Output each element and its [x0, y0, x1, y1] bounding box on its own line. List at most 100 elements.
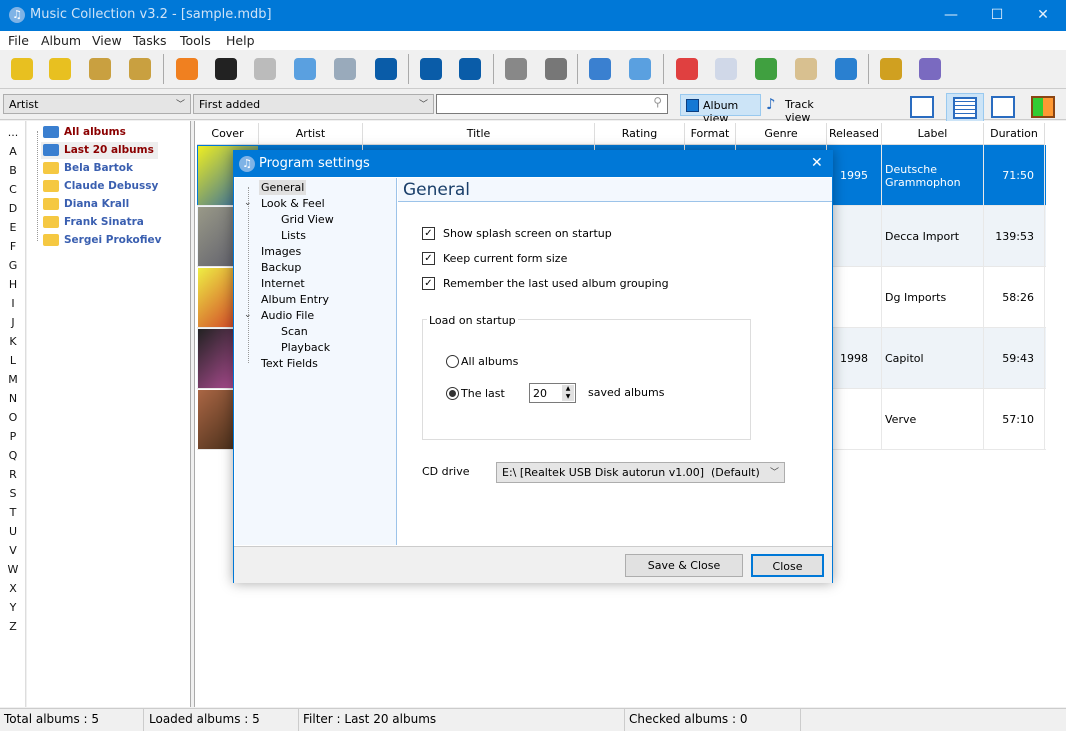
settings-icon[interactable] — [877, 55, 905, 83]
alphabet-letter[interactable]: ... — [0, 126, 26, 139]
alphabet-letter[interactable]: S — [0, 487, 26, 500]
checkbox[interactable]: ✓ — [422, 227, 435, 240]
settings-tree-item[interactable]: Grid View — [279, 212, 336, 227]
settings-tree-item[interactable]: Album Entry — [259, 292, 331, 307]
column-header-title[interactable]: Title — [363, 123, 595, 145]
calendar-checklist-icon[interactable] — [673, 55, 701, 83]
search-table-icon[interactable] — [586, 55, 614, 83]
settings-tree-item[interactable]: Backup — [259, 260, 303, 275]
cd-text-icon[interactable] — [212, 55, 240, 83]
add-search-icon[interactable] — [291, 55, 319, 83]
last-count-stepper[interactable]: 20 ▲ ▼ — [529, 383, 576, 403]
maximize-button[interactable]: ☐ — [974, 0, 1020, 31]
search-music-icon[interactable] — [626, 55, 654, 83]
dialog-close-button[interactable]: ✕ — [811, 155, 823, 171]
column-header-genre[interactable]: Genre — [736, 123, 827, 145]
tree-item[interactable]: Frank Sinatra — [41, 214, 148, 231]
checkbox[interactable]: ✓ — [422, 252, 435, 265]
column-header-cover[interactable]: Cover — [197, 123, 259, 145]
menu-file[interactable]: File — [8, 33, 29, 48]
column-header-format[interactable]: Format — [685, 123, 736, 145]
document-icon[interactable] — [712, 55, 740, 83]
settings-tree-item[interactable]: Internet — [259, 276, 307, 291]
chevron-down-icon[interactable]: ⌄ — [244, 310, 252, 320]
settings-tree-item[interactable]: Scan — [279, 324, 310, 339]
settings-tree-item[interactable]: Playback — [279, 340, 332, 355]
alphabet-letter[interactable]: C — [0, 183, 26, 196]
alphabet-letter[interactable]: W — [0, 563, 26, 576]
settings-tree-item[interactable]: Images — [259, 244, 303, 259]
find-duplicates-icon[interactable] — [331, 55, 359, 83]
album-view-button[interactable]: Album view — [680, 94, 761, 125]
alphabet-letter[interactable]: R — [0, 468, 26, 481]
grid-view-icon[interactable] — [946, 93, 984, 123]
track-view-button[interactable]: ♪ Track view — [763, 94, 843, 124]
shelf-view-icon[interactable] — [1027, 93, 1059, 123]
tree-item[interactable]: Sergei Prokofiev — [41, 232, 166, 249]
database-lifebuoy-icon[interactable] — [86, 55, 114, 83]
alphabet-letter[interactable]: N — [0, 392, 26, 405]
checkbox[interactable]: ✓ — [422, 277, 435, 290]
menu-album[interactable]: Album — [41, 33, 81, 48]
alphabet-letter[interactable]: Z — [0, 620, 26, 633]
alphabet-letter[interactable]: Y — [0, 601, 26, 614]
alphabet-letter[interactable]: L — [0, 354, 26, 367]
search-input[interactable]: ⚲ — [436, 94, 668, 114]
menu-tools[interactable]: Tools — [180, 33, 211, 48]
tree-item[interactable]: Diana Krall — [41, 196, 133, 213]
alphabet-letter[interactable]: P — [0, 430, 26, 443]
pie-chart-icon[interactable] — [752, 55, 780, 83]
html-print-icon[interactable] — [542, 55, 570, 83]
menu-view[interactable]: View — [92, 33, 122, 48]
exit-icon[interactable] — [916, 55, 944, 83]
settings-tree-item[interactable]: Audio File — [259, 308, 316, 323]
open-database-icon[interactable] — [46, 55, 74, 83]
alphabet-letter[interactable]: X — [0, 582, 26, 595]
alphabet-letter[interactable]: A — [0, 145, 26, 158]
tree-item[interactable]: Last 20 albums — [41, 142, 158, 159]
download-icon[interactable] — [251, 55, 279, 83]
alphabet-letter[interactable]: J — [0, 316, 26, 329]
alphabet-letter[interactable]: O — [0, 411, 26, 424]
alphabet-letter[interactable]: V — [0, 544, 26, 557]
alphabet-letter[interactable]: M — [0, 373, 26, 386]
alphabet-letter[interactable]: Q — [0, 449, 26, 462]
alphabet-letter[interactable]: D — [0, 202, 26, 215]
alphabet-letter[interactable]: U — [0, 525, 26, 538]
thumbnail-view-icon[interactable] — [987, 93, 1019, 123]
alphabet-letter[interactable]: T — [0, 506, 26, 519]
spin-arrows-icon[interactable]: ▲ ▼ — [562, 385, 574, 401]
menu-tasks[interactable]: Tasks — [133, 33, 167, 48]
all-albums-radio[interactable] — [446, 355, 459, 368]
print-icon[interactable] — [502, 55, 530, 83]
chevron-down-icon[interactable]: ⌄ — [244, 198, 252, 208]
column-header-released[interactable]: Released — [827, 123, 882, 145]
alphabet-letter[interactable]: B — [0, 164, 26, 177]
alphabet-letter[interactable]: I — [0, 297, 26, 310]
menu-help[interactable]: Help — [226, 33, 255, 48]
eject-icon[interactable] — [173, 55, 201, 83]
settings-tree-item[interactable]: Text Fields — [259, 356, 320, 371]
restore-database-icon[interactable] — [126, 55, 154, 83]
settings-tree-item[interactable]: General — [259, 180, 307, 195]
settings-tree-item[interactable]: Look & Feel — [259, 196, 327, 211]
alphabet-letter[interactable]: K — [0, 335, 26, 348]
add-album-icon[interactable] — [372, 55, 400, 83]
column-header-artist[interactable]: Artist — [259, 123, 363, 145]
tree-item[interactable]: All albums — [41, 124, 130, 141]
alphabet-letter[interactable]: E — [0, 221, 26, 234]
column-header-label[interactable]: Label — [882, 123, 984, 145]
close-button[interactable]: ✕ — [1020, 0, 1066, 31]
column-header-rating[interactable]: Rating — [595, 123, 685, 145]
list-view-icon[interactable] — [906, 93, 938, 123]
tree-item[interactable]: Claude Debussy — [41, 178, 162, 195]
alphabet-letter[interactable]: G — [0, 259, 26, 272]
user-icon[interactable] — [832, 55, 860, 83]
save-close-button[interactable]: Save & Close — [625, 554, 743, 577]
alphabet-letter[interactable]: H — [0, 278, 26, 291]
tree-item[interactable]: Bela Bartok — [41, 160, 137, 177]
delete-album-icon[interactable] — [417, 55, 445, 83]
minimize-button[interactable]: — — [928, 0, 974, 31]
archive-icon[interactable] — [792, 55, 820, 83]
sort-by-select[interactable]: First added ﹀ — [193, 94, 434, 114]
